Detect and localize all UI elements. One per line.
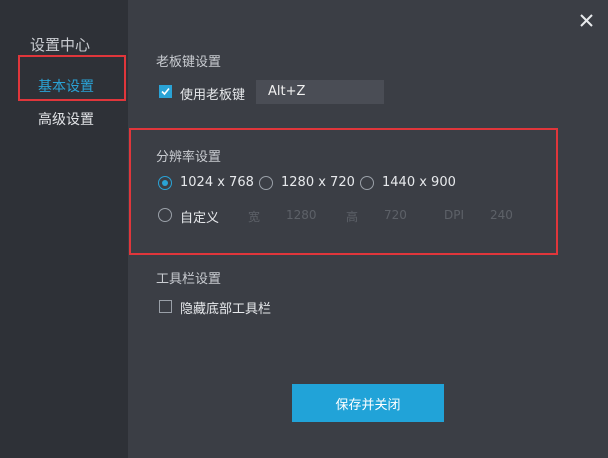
save-and-close-button[interactable]: 保存并关闭 — [292, 384, 444, 422]
boss-key-checkbox-label: 使用老板键 — [180, 88, 246, 103]
sidebar-item-advanced-settings[interactable]: 高级设置 — [38, 109, 94, 129]
close-icon[interactable] — [576, 10, 598, 32]
radio-1024x768[interactable] — [158, 176, 172, 190]
boss-key-hotkey-input[interactable]: Alt+Z — [256, 80, 384, 104]
boss-key-checkbox[interactable] — [159, 85, 172, 98]
custom-width-input[interactable]: 1280 — [286, 208, 317, 222]
radio-1280x720[interactable] — [259, 176, 273, 190]
custom-dpi-label: DPI — [444, 208, 465, 222]
sidebar-title: 设置中心 — [30, 36, 91, 54]
toolbar-section-title: 工具栏设置 — [156, 272, 222, 287]
hide-toolbar-checkbox[interactable] — [159, 300, 172, 313]
highlight-box-sidebar — [18, 55, 126, 101]
boss-key-section-title: 老板键设置 — [156, 55, 222, 70]
radio-custom-label: 自定义 — [180, 211, 220, 226]
radio-custom[interactable] — [158, 208, 172, 222]
resolution-section-title: 分辨率设置 — [156, 150, 222, 165]
radio-1024x768-label: 1024 x 768 — [180, 175, 254, 190]
custom-dpi-input[interactable]: 240 — [490, 208, 513, 222]
radio-1440x900[interactable] — [360, 176, 374, 190]
hide-toolbar-checkbox-label: 隐藏底部工具栏 — [180, 302, 272, 317]
custom-height-input[interactable]: 720 — [384, 208, 407, 222]
radio-1280x720-label: 1280 x 720 — [281, 175, 355, 190]
radio-1440x900-label: 1440 x 900 — [382, 175, 456, 190]
custom-height-label: 高 — [346, 210, 359, 224]
check-icon — [161, 87, 170, 96]
custom-width-label: 宽 — [248, 210, 261, 224]
